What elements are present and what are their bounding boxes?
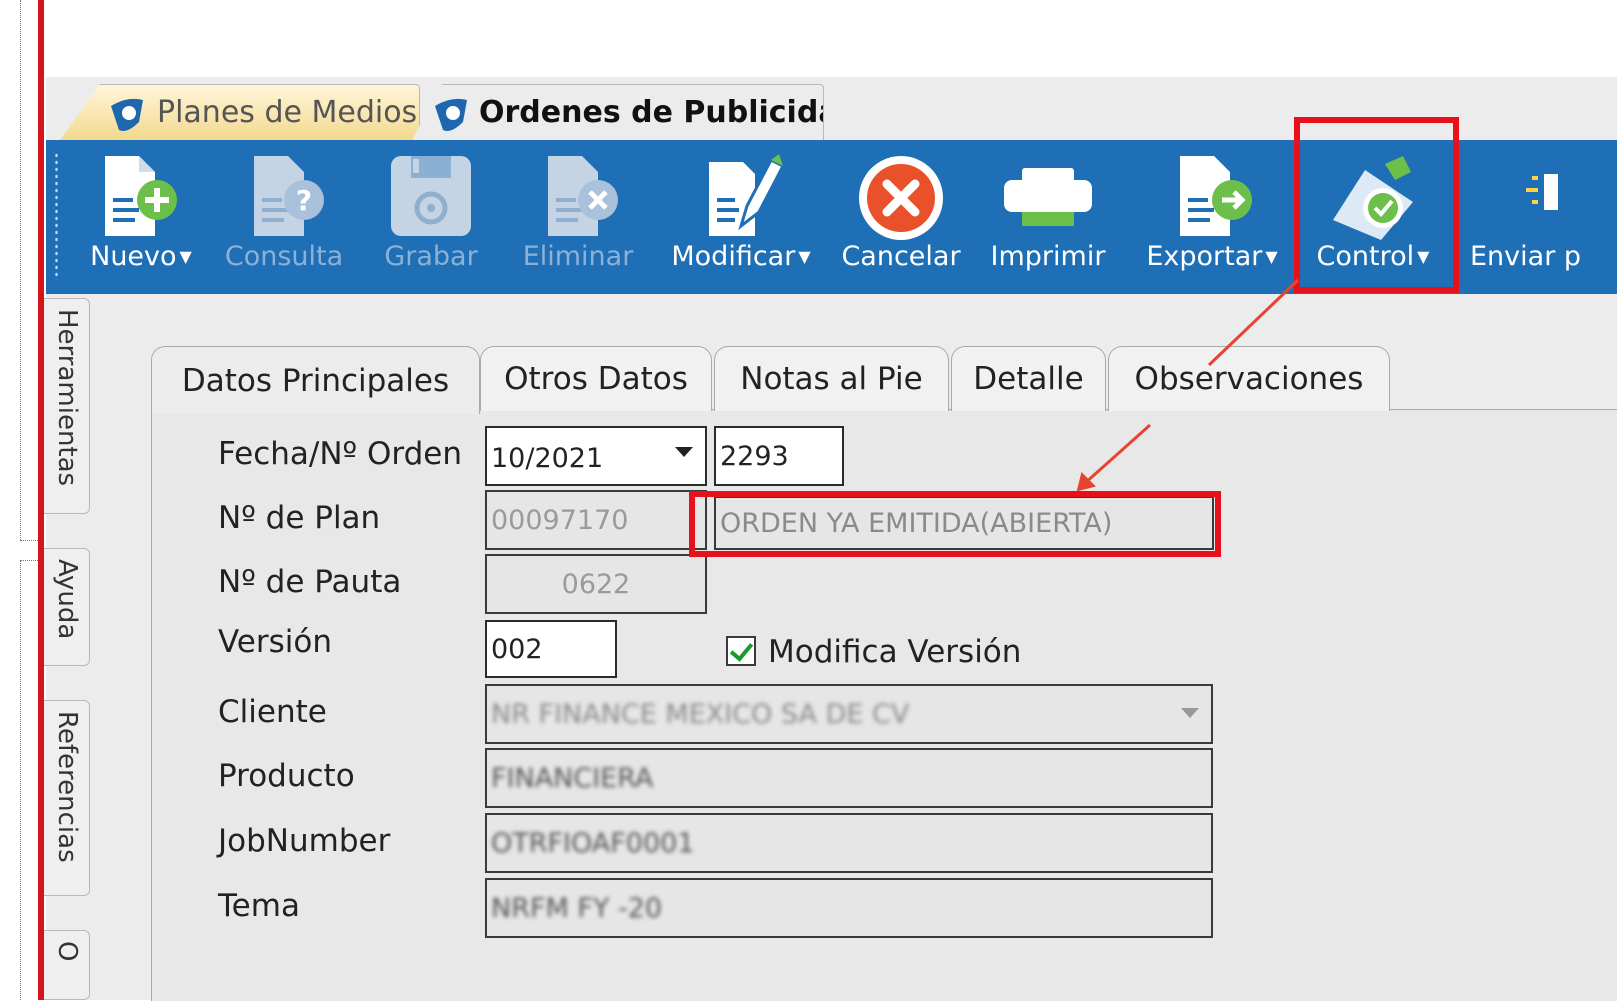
grabar-label: Grabar <box>384 241 478 272</box>
cliente-value: NR FINANCE MEXICO SA DE CV <box>491 698 910 730</box>
app-shield-icon <box>111 98 143 131</box>
guide-line-dotted-2 <box>20 560 21 1000</box>
guide-line-dotted <box>20 0 21 540</box>
orden-input[interactable]: 2293 <box>714 426 844 486</box>
cancelar-button[interactable]: Cancelar <box>836 140 966 294</box>
side-tab-other[interactable]: O <box>44 930 90 1000</box>
jobnumber-label: JobNumber <box>218 823 391 859</box>
chevron-down-icon[interactable] <box>1181 708 1199 718</box>
printer-icon <box>1004 168 1092 226</box>
version-label: Versión <box>218 624 332 660</box>
guide-line-dotted-h <box>20 540 38 541</box>
app-shield-icon <box>435 98 467 131</box>
edit-pencil-icon <box>709 154 786 236</box>
pauta-label: Nº de Pauta <box>218 564 402 600</box>
cancel-x-icon <box>859 156 943 240</box>
nuevo-label: Nuevo <box>90 241 177 272</box>
chevron-down-icon: ▼ <box>798 247 811 266</box>
side-tab-label: O <box>52 941 82 962</box>
side-tab-label: Referencias <box>52 711 82 863</box>
plan-input: 00097170 <box>485 490 707 550</box>
nuevo-button[interactable]: Nuevo ▼ <box>86 140 196 294</box>
query-document-icon: ? <box>254 156 324 236</box>
pauta-value: 0622 <box>561 568 631 600</box>
modifica-version-label: Modifica Versión <box>768 634 1022 670</box>
tab-otros-datos[interactable]: Otros Datos <box>480 346 712 411</box>
pauta-input: 0622 <box>485 554 707 614</box>
exportar-label: Exportar <box>1146 241 1263 272</box>
fecha-select[interactable]: 10/2021 <box>485 426 707 486</box>
modifica-version-checkbox[interactable] <box>726 636 756 666</box>
cliente-select[interactable]: NR FINANCE MEXICO SA DE CV <box>485 684 1213 744</box>
jobnumber-input: OTRFIOAF0001 <box>485 813 1213 873</box>
delete-document-icon <box>548 156 618 236</box>
side-tab-herramientas[interactable]: Herramientas <box>44 298 90 514</box>
producto-input: FINANCIERA <box>485 748 1213 808</box>
imprimir-button[interactable]: Imprimir <box>986 140 1110 294</box>
doc-tab-label: Ordenes de Publicidad <box>479 95 824 130</box>
eliminar-button[interactable]: Eliminar <box>518 140 638 294</box>
orden-value: 2293 <box>720 440 789 472</box>
control-highlight-box <box>1294 117 1459 293</box>
enviar-label: Enviar p <box>1470 241 1582 272</box>
tema-input: NRFM FY -20 <box>485 878 1213 938</box>
side-tab-label: Ayuda <box>52 559 82 640</box>
cancelar-label: Cancelar <box>841 241 961 272</box>
eliminar-label: Eliminar <box>522 241 634 272</box>
producto-label: Producto <box>218 758 355 794</box>
imprimir-label: Imprimir <box>990 241 1106 272</box>
consulta-button[interactable]: ? Consulta <box>224 140 344 294</box>
fecha-orden-label: Fecha/Nº Orden <box>218 436 462 472</box>
exportar-button[interactable]: Exportar ▼ <box>1136 140 1288 294</box>
chevron-down-icon: ▼ <box>1265 247 1278 266</box>
side-tab-ayuda[interactable]: Ayuda <box>44 548 90 666</box>
side-tab-referencias[interactable]: Referencias <box>44 700 90 896</box>
tab-datos-principales[interactable]: Datos Principales <box>151 346 480 414</box>
doc-tab-planes-de-medios[interactable]: Planes de Medios <box>60 84 420 140</box>
guide-line-dotted-h2 <box>20 560 38 561</box>
side-tab-label: Herramientas <box>52 309 82 487</box>
fecha-value: 10/2021 <box>491 442 604 474</box>
tema-label: Tema <box>218 888 300 924</box>
export-document-icon <box>1180 156 1252 236</box>
save-disk-icon <box>391 156 471 236</box>
cliente-label: Cliente <box>218 694 327 730</box>
tab-detalle[interactable]: Detalle <box>951 346 1106 411</box>
doc-tab-label: Planes de Medios <box>157 95 418 130</box>
plan-label: Nº de Plan <box>218 500 381 536</box>
chevron-down-icon: ▼ <box>179 247 192 266</box>
toolbar-grip[interactable] <box>54 152 59 280</box>
svg-text:?: ? <box>296 184 312 217</box>
tab-strip-line <box>1388 409 1617 410</box>
enviar-button[interactable]: Enviar p <box>1460 140 1617 294</box>
consulta-label: Consulta <box>224 241 344 272</box>
grabar-button[interactable]: Grabar <box>376 140 486 294</box>
producto-value: FINANCIERA <box>491 762 654 794</box>
jobnumber-value: OTRFIOAF0001 <box>491 827 695 859</box>
version-input[interactable]: 002 <box>485 620 617 678</box>
tema-value: NRFM FY -20 <box>491 892 663 924</box>
status-highlight-box <box>689 491 1221 557</box>
new-document-icon <box>105 156 177 236</box>
plan-value: 00097170 <box>491 504 629 536</box>
version-value: 002 <box>491 633 543 665</box>
modificar-button[interactable]: Modificar ▼ <box>664 140 818 294</box>
tab-notas-al-pie[interactable]: Notas al Pie <box>714 346 949 411</box>
tab-observaciones[interactable]: Observaciones <box>1108 346 1390 411</box>
modificar-label: Modificar <box>671 241 796 272</box>
chevron-down-icon[interactable] <box>675 447 693 457</box>
doc-tab-ordenes-de-publicidad[interactable]: Ordenes de Publicidad <box>412 84 824 140</box>
send-icon <box>1526 174 1558 210</box>
